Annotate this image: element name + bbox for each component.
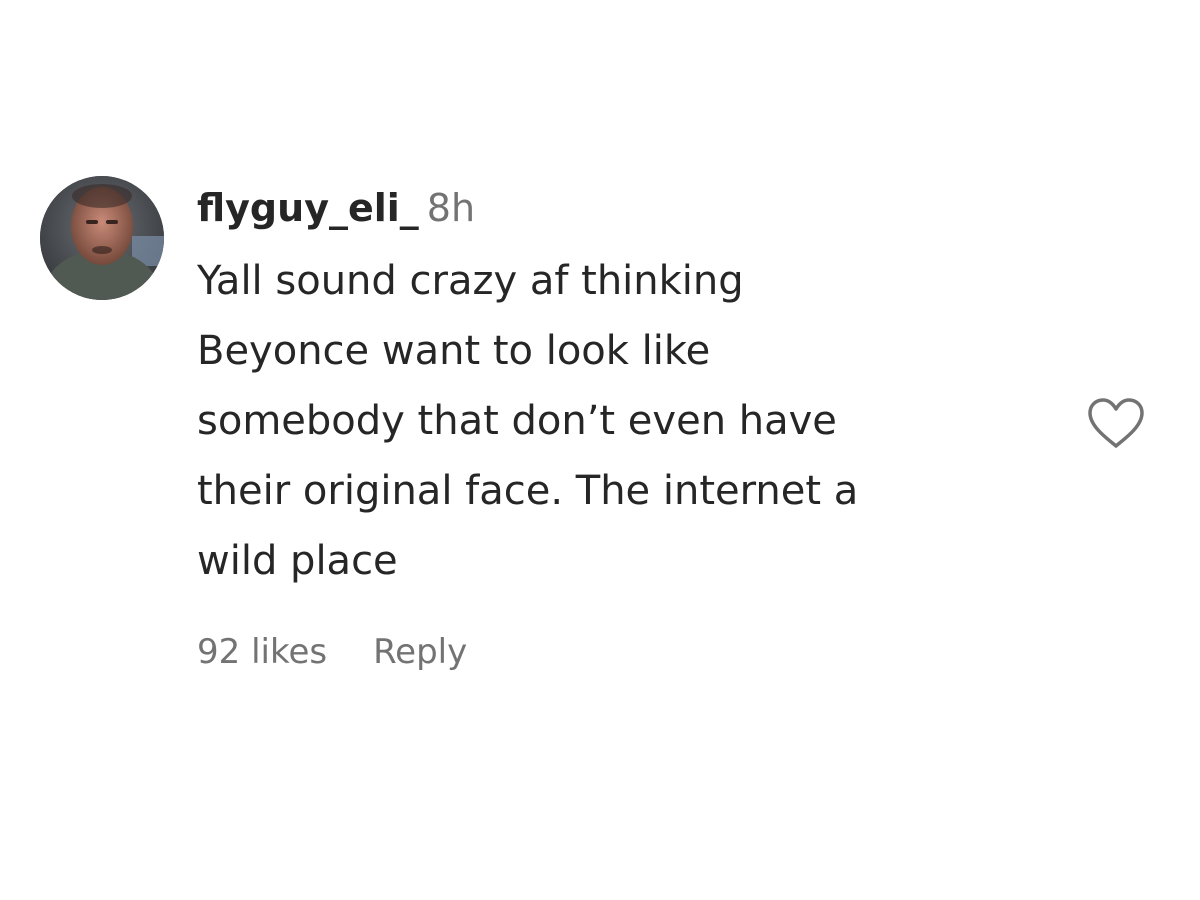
comment-text: Yall sound crazy af thinking Beyonce wan…: [197, 246, 987, 596]
comment-text-line: somebody that don’t even have: [197, 398, 837, 444]
comment-header: flyguy_eli_ 8h: [197, 186, 1017, 230]
comment-text-line: Beyonce want to look like: [197, 328, 711, 374]
reply-button[interactable]: Reply: [373, 632, 467, 672]
avatar-photo: [40, 176, 164, 300]
avatar[interactable]: [40, 176, 164, 300]
likes-count[interactable]: 92 likes: [197, 632, 327, 672]
comment-text-line: wild place: [197, 538, 398, 584]
comment-text-line: Yall sound crazy af thinking: [197, 258, 744, 304]
comment-actions: 92 likes Reply: [197, 632, 1017, 672]
comment-item: flyguy_eli_ 8h Yall sound crazy af thinki…: [40, 176, 1160, 696]
comment-body: flyguy_eli_ 8h Yall sound crazy af thinki…: [197, 186, 1017, 672]
heart-outline-icon[interactable]: [1086, 396, 1146, 450]
comment-timestamp: 8h: [426, 186, 476, 230]
username-link[interactable]: flyguy_eli_: [197, 186, 419, 230]
comment-text-line: their original face. The internet a: [197, 468, 859, 514]
